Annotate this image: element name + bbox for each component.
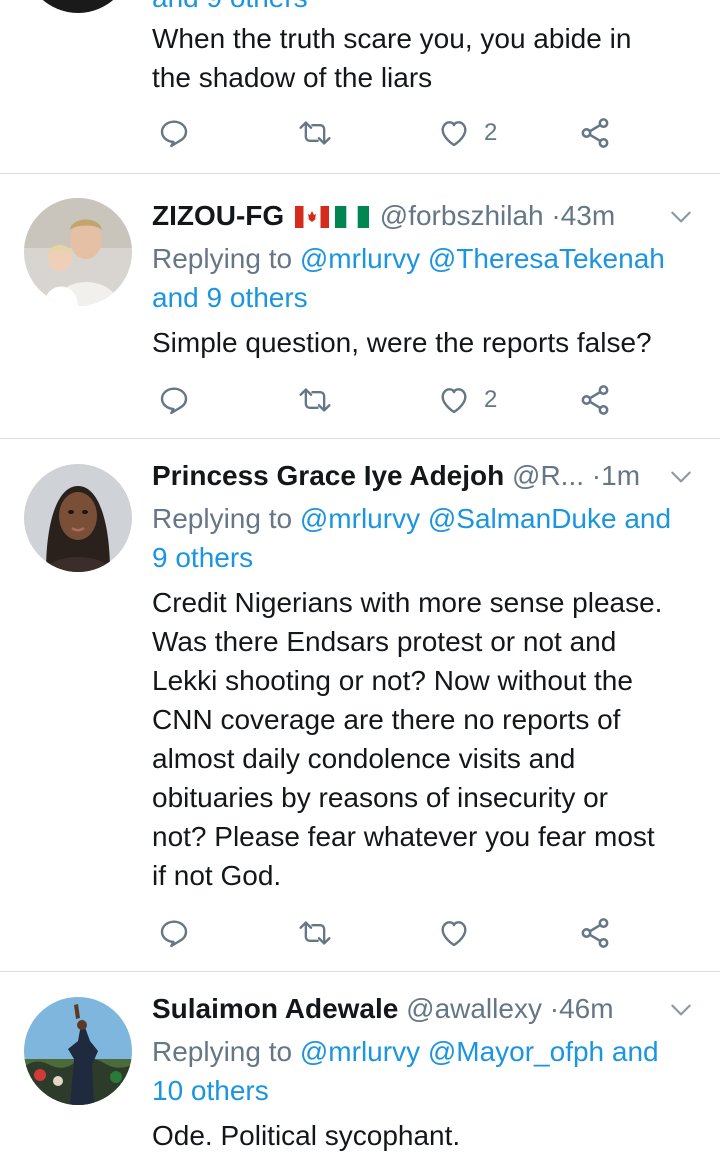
retweet-button[interactable] xyxy=(298,113,332,153)
separator-dot: · xyxy=(549,993,560,1024)
like-icon xyxy=(441,921,467,947)
tweet[interactable]: ZIZOU-FG @forbszhilah ·43m Replying to @… xyxy=(0,174,720,438)
like-count: 2 xyxy=(484,386,498,413)
reply-icon xyxy=(160,120,188,148)
tweet-text-line: obituaries by reasons of insecurity or xyxy=(152,782,608,813)
reply-button[interactable] xyxy=(158,113,190,153)
share-icon xyxy=(581,118,609,148)
reply-mention-link[interactable]: and 9 others xyxy=(152,0,308,13)
nigeria-flag-icon xyxy=(334,206,369,228)
chevron-down-icon[interactable] xyxy=(668,997,694,1023)
reply-mention-link[interactable]: 9 others xyxy=(152,542,253,573)
tweet-header: Princess Grace Iye Adejoh @R... ·1m xyxy=(152,459,690,493)
reply-prefix: Replying to xyxy=(152,503,293,534)
like-button[interactable] xyxy=(438,913,484,953)
reply-button[interactable] xyxy=(158,913,190,953)
like-button[interactable]: 2 xyxy=(438,113,497,153)
tweet-text-line: Lekki shooting or not? Now without the xyxy=(152,665,633,696)
like-button[interactable]: 2 xyxy=(438,380,497,420)
retweet-button[interactable] xyxy=(298,913,332,953)
tweet-text-line: Ode. Political sycophant. xyxy=(152,1120,461,1151)
reply-prefix: Replying to xyxy=(152,1036,293,1067)
reply-mention-link[interactable]: @mrlurvy @TheresaTekenah xyxy=(300,243,665,274)
tweet-header: Sulaimon Adewale @awallexy ·46m xyxy=(152,992,690,1026)
tweet-header: ZIZOU-FG @forbszhilah ·43m xyxy=(152,199,690,233)
avatar[interactable] xyxy=(24,997,132,1105)
tweet-text-line: When the truth scare you, you abide in xyxy=(152,23,632,54)
tweet-text-line: not? Please fear whatever you fear most xyxy=(152,821,655,852)
display-name[interactable]: ZIZOU-FG xyxy=(152,200,284,231)
like-count: 2 xyxy=(484,119,498,146)
reply-context: Replying to @mrlurvy @TheresaTekenah and… xyxy=(152,239,696,317)
reply-mention-link[interactable]: @mrlurvy @SalmanDuke and xyxy=(300,503,671,534)
reply-icon xyxy=(160,387,188,415)
tweet-text-line: the shadow of the liars xyxy=(152,62,433,93)
tweet-text: When the truth scare you, you abide in t… xyxy=(152,19,696,97)
tweet-text-line: almost daily condolence visits and xyxy=(152,743,576,774)
reply-prefix: Replying to xyxy=(152,243,293,274)
display-name[interactable]: Sulaimon Adewale xyxy=(152,993,398,1024)
retweet-icon xyxy=(299,388,331,412)
reply-context: and 9 others xyxy=(152,0,696,17)
reply-context: Replying to @mrlurvy @Mayor_ofph and 10 … xyxy=(152,1032,696,1110)
user-handle[interactable]: @forbszhilah xyxy=(380,200,544,231)
tweet-actions xyxy=(0,913,720,953)
share-button[interactable] xyxy=(578,380,612,420)
tweet-text-line: Credit Nigerians with more sense please. xyxy=(152,587,663,618)
retweet-icon xyxy=(299,921,331,945)
canada-flag-icon xyxy=(294,206,329,228)
tweet-actions: 2 xyxy=(0,113,720,153)
tweet[interactable]: Sulaimon Adewale @awallexy ·46m Replying… xyxy=(0,972,720,1158)
user-handle[interactable]: @R... xyxy=(512,460,584,491)
timestamp[interactable]: 1m xyxy=(601,460,640,491)
share-button[interactable] xyxy=(578,113,612,153)
reply-icon xyxy=(160,920,188,948)
reply-mention-link[interactable]: @mrlurvy @Mayor_ofph and xyxy=(300,1036,659,1067)
timestamp[interactable]: 46m xyxy=(559,993,613,1024)
chevron-down-icon[interactable] xyxy=(668,464,694,490)
avatar[interactable] xyxy=(24,464,132,572)
reply-context: Replying to @mrlurvy @SalmanDuke and 9 o… xyxy=(152,499,696,577)
like-icon xyxy=(441,388,467,414)
reply-mention-link[interactable]: and 9 others xyxy=(152,282,308,313)
tweet-text: Credit Nigerians with more sense please.… xyxy=(152,583,696,895)
tweet-actions: 2 xyxy=(0,380,720,420)
avatar[interactable] xyxy=(24,198,132,306)
tweet-text-line: Simple question, were the reports false? xyxy=(152,327,652,358)
reply-button[interactable] xyxy=(158,380,190,420)
tweet-partial[interactable]: and 9 others When the truth scare you, y… xyxy=(0,0,720,173)
separator-dot: · xyxy=(551,200,561,231)
retweet-button[interactable] xyxy=(298,380,332,420)
separator-dot: · xyxy=(591,460,602,491)
display-name[interactable]: Princess Grace Iye Adejoh xyxy=(152,460,504,491)
share-icon xyxy=(581,385,609,415)
retweet-icon xyxy=(299,121,331,145)
tweet-text-line: if not God. xyxy=(152,860,282,891)
tweet[interactable]: Princess Grace Iye Adejoh @R... ·1m Repl… xyxy=(0,439,720,971)
reply-mention-link[interactable]: 10 others xyxy=(152,1075,269,1106)
share-icon xyxy=(581,918,609,948)
tweet-text: Simple question, were the reports false? xyxy=(152,323,696,362)
timestamp[interactable]: 43m xyxy=(561,200,615,231)
tweet-text-line: CNN coverage are there no reports of xyxy=(152,704,621,735)
user-handle[interactable]: @awallexy xyxy=(406,993,542,1024)
avatar[interactable] xyxy=(24,0,132,13)
chevron-down-icon[interactable] xyxy=(668,204,694,230)
tweet-text-line: Was there Endsars protest or not and xyxy=(152,626,617,657)
tweet-text: Ode. Political sycophant. xyxy=(152,1116,696,1155)
share-button[interactable] xyxy=(578,913,612,953)
like-icon xyxy=(441,121,467,147)
